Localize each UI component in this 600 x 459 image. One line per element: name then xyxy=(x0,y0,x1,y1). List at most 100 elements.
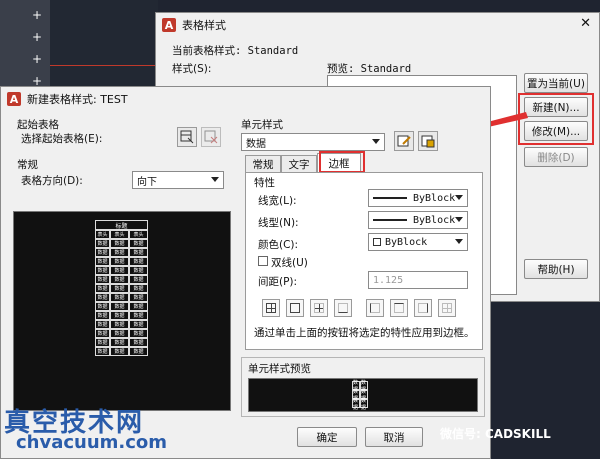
chevron-down-icon xyxy=(455,195,463,200)
preview-data-cell: 数据 xyxy=(95,347,110,356)
select-table-icon[interactable] xyxy=(177,127,197,147)
table-style-titlebar: A 表格样式 ✕ xyxy=(156,13,599,37)
double-line-label: 双线(U) xyxy=(271,257,308,269)
left-border-icon[interactable] xyxy=(366,299,384,317)
drawing-canvas xyxy=(50,0,158,90)
cell-preview: 数据 数据 数据 数据 数据 数据 xyxy=(248,378,478,412)
preview-data-row: 数据 数据 数据 xyxy=(95,248,148,257)
styles-label: 样式(S): xyxy=(172,63,212,75)
autocad-logo-icon: A xyxy=(162,18,176,32)
cell-style-select[interactable]: 数据 xyxy=(241,133,385,151)
preview-data-cell: 数据 xyxy=(95,338,110,347)
outside-borders-icon[interactable] xyxy=(286,299,304,317)
preview-data-cell: 数据 xyxy=(110,320,129,329)
preview-table: 标题 表头 表头 表头 数据 数据 数据 数据 数据 数据 数据 数据 数据 数据 数据 数据 数据 数据… xyxy=(95,220,148,356)
preview-data-cell: 数据 xyxy=(95,284,110,293)
preview-data-cell: 数据 xyxy=(129,266,148,275)
table-preview: 标题 表头 表头 表头 数据 数据 数据 数据 数据 数据 数据 数据 数据 数据 数据 数据 数据 数据… xyxy=(13,211,231,411)
spacing-value: 1.125 xyxy=(373,274,404,286)
preview-data-cell: 数据 xyxy=(129,338,148,347)
preview-data-row: 数据 数据 数据 xyxy=(95,266,148,275)
plus-icon[interactable]: + xyxy=(30,52,44,66)
color-label: 颜色(C): xyxy=(258,239,299,251)
select-starting-table-label: 选择起始表格(E): xyxy=(21,133,103,145)
preview-data-cell: 数据 xyxy=(95,266,110,275)
preview-data-cell: 数据 xyxy=(110,248,129,257)
all-borders-icon[interactable] xyxy=(262,299,280,317)
preview-data-cell: 数据 xyxy=(110,338,129,347)
autocad-logo-icon: A xyxy=(7,92,21,106)
spacing-input[interactable]: 1.125 xyxy=(368,271,468,289)
line-sample xyxy=(373,219,407,221)
right-border-icon[interactable] xyxy=(414,299,432,317)
preview-data-row: 数据 数据 数据 xyxy=(95,347,148,356)
preview-data-cell: 数据 xyxy=(95,320,110,329)
no-border-icon[interactable] xyxy=(438,299,456,317)
top-border-icon[interactable] xyxy=(390,299,408,317)
canvas-line xyxy=(50,65,158,66)
preview-data-cell: 数据 xyxy=(110,293,129,302)
remove-table-icon[interactable] xyxy=(201,127,221,147)
lineweight-label: 线宽(L): xyxy=(258,195,297,207)
bottom-border-icon[interactable] xyxy=(334,299,352,317)
preview-data-cell: 数据 xyxy=(110,275,129,284)
linetype-label: 线型(N): xyxy=(258,217,299,229)
preview-data-cell: 数据 xyxy=(110,239,129,248)
help-button[interactable]: 帮助(H) xyxy=(524,259,588,279)
chevron-down-icon xyxy=(455,239,463,244)
delete-button[interactable]: 删除(D) xyxy=(524,147,588,167)
preview-data-row: 数据 数据 数据 xyxy=(95,275,148,284)
linetype-value: ByBlock xyxy=(413,214,456,226)
preview-data-cell: 数据 xyxy=(110,329,129,338)
wechat-watermark: 微信号: CADSKILL xyxy=(440,427,551,441)
preview-title-cell: 标题 xyxy=(95,220,148,230)
lineweight-select[interactable]: ByBlock xyxy=(368,189,468,207)
preview-data-row: 数据 数据 数据 xyxy=(95,338,148,347)
cell-preview-cell: 数据 xyxy=(360,397,368,411)
plus-icon[interactable]: + xyxy=(30,8,44,22)
properties-header: 特性 xyxy=(254,177,275,189)
preview-header-cell: 表头 xyxy=(95,230,110,239)
general-header: 常规 xyxy=(17,159,38,171)
double-line-checkbox[interactable] xyxy=(258,256,268,266)
linetype-select[interactable]: ByBlock xyxy=(368,211,468,229)
preview-data-cell: 数据 xyxy=(110,311,129,320)
cancel-button[interactable]: 取消 xyxy=(365,427,423,447)
color-select[interactable]: ByBlock xyxy=(368,233,468,251)
chevron-down-icon xyxy=(211,177,219,182)
line-sample xyxy=(373,197,407,199)
chevron-down-icon xyxy=(455,217,463,222)
preview-data-cell: 数据 xyxy=(110,266,129,275)
preview-data-cell: 数据 xyxy=(129,347,148,356)
preview-data-row: 数据 数据 数据 xyxy=(95,311,148,320)
preview-data-row: 数据 数据 数据 xyxy=(95,257,148,266)
preview-data-cell: 数据 xyxy=(129,248,148,257)
preview-data-cell: 数据 xyxy=(95,329,110,338)
dialog-title: 表格样式 xyxy=(182,19,226,32)
create-cell-style-icon[interactable] xyxy=(394,131,414,151)
lineweight-value: ByBlock xyxy=(413,192,456,204)
manage-cell-style-icon[interactable] xyxy=(418,131,438,151)
tab-general[interactable]: 常规 xyxy=(245,155,281,173)
close-icon[interactable]: ✕ xyxy=(580,16,591,31)
preview-data-cell: 数据 xyxy=(95,275,110,284)
preview-data-cell: 数据 xyxy=(129,275,148,284)
preview-data-cell: 数据 xyxy=(129,284,148,293)
ok-button[interactable]: 确定 xyxy=(297,427,357,447)
preview-data-row: 数据 数据 数据 xyxy=(95,302,148,311)
preview-data-cell: 数据 xyxy=(110,257,129,266)
preview-data-cell: 数据 xyxy=(129,302,148,311)
cell-preview-cell: 数据 xyxy=(352,397,360,411)
table-direction-select[interactable]: 向下 xyxy=(132,171,224,189)
cell-preview-grid: 数据 数据 数据 数据 数据 数据 xyxy=(352,380,368,411)
new-table-style-titlebar: A 新建表格样式: TEST xyxy=(1,87,490,111)
plus-icon[interactable]: + xyxy=(30,30,44,44)
preview-data-cell: 数据 xyxy=(129,320,148,329)
current-style-label: 当前表格样式: Standard xyxy=(172,45,299,57)
tab-text[interactable]: 文字 xyxy=(281,155,317,173)
set-current-button[interactable]: 置为当前(U) xyxy=(524,73,588,93)
preview-header-row: 表头 表头 表头 xyxy=(95,230,148,239)
inside-borders-icon[interactable] xyxy=(310,299,328,317)
preview-data-rows: 数据 数据 数据 数据 数据 数据 数据 数据 数据 数据 数据 数据 数据 数据 数据 数据 数据 数据 数据 数据… xyxy=(95,239,148,356)
preview-data-cell: 数据 xyxy=(110,284,129,293)
